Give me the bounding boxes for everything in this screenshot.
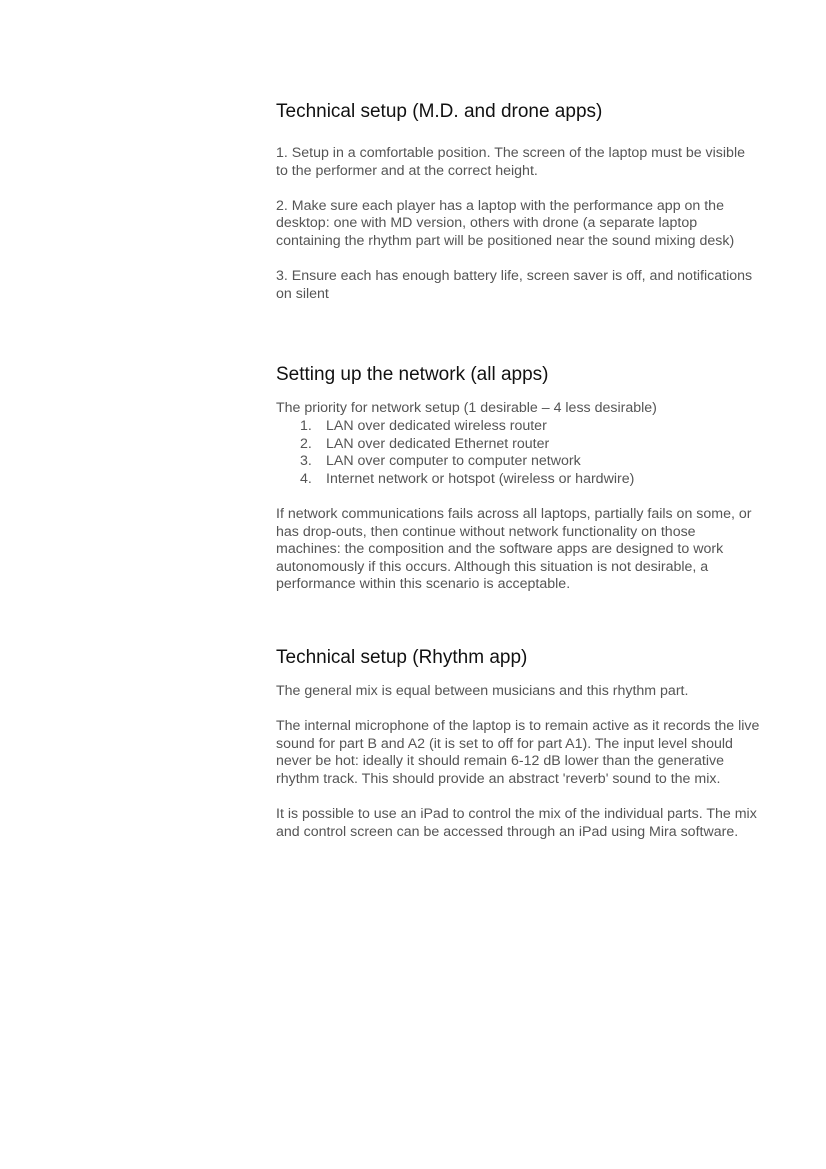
list-text: LAN over dedicated Ethernet router: [326, 435, 550, 452]
list-text: LAN over computer to computer network: [326, 453, 581, 470]
list-number: 3.: [300, 453, 312, 470]
paragraph: The internal microphone of the laptop is…: [276, 718, 760, 787]
list-number: 4.: [300, 470, 312, 487]
paragraph: The general mix is equal between musicia…: [276, 682, 689, 699]
network-priority-list: 1. LAN over dedicated wireless router 2.…: [276, 418, 760, 488]
paragraph: It is possible to use an iPad to control…: [276, 806, 757, 840]
section-technical-setup-md-drone: Technical setup (M.D. and drone apps) 1.…: [276, 100, 760, 303]
list-number: 2.: [300, 435, 312, 452]
document-page: Technical setup (M.D. and drone apps) 1.…: [276, 100, 760, 841]
list-number: 1.: [300, 417, 312, 434]
paragraph: 2. Make sure each player has a laptop wi…: [276, 197, 735, 249]
section-technical-setup-rhythm: Technical setup (Rhythm app) The general…: [276, 646, 760, 841]
section-heading: Setting up the network (all apps): [276, 364, 549, 386]
list-item: 3. LAN over computer to computer network: [276, 453, 760, 471]
section-network-setup: Setting up the network (all apps) The pr…: [276, 363, 760, 594]
paragraph: If network communications fails across a…: [276, 505, 752, 593]
paragraph: 1. Setup in a comfortable position. The …: [276, 145, 745, 179]
paragraph: The priority for network setup (1 desira…: [276, 400, 657, 417]
section-heading: Technical setup (M.D. and drone apps): [276, 101, 603, 122]
list-item: 1. LAN over dedicated wireless router: [276, 418, 760, 436]
list-item: 4. Internet network or hotspot (wireless…: [276, 471, 760, 489]
paragraph: 3. Ensure each has enough battery life, …: [276, 268, 753, 302]
list-item: 2. LAN over dedicated Ethernet router: [276, 436, 760, 454]
section-heading: Technical setup (Rhythm app): [276, 646, 528, 668]
list-text: LAN over dedicated wireless router: [326, 417, 547, 434]
list-text: Internet network or hotspot (wireless or…: [326, 470, 635, 487]
